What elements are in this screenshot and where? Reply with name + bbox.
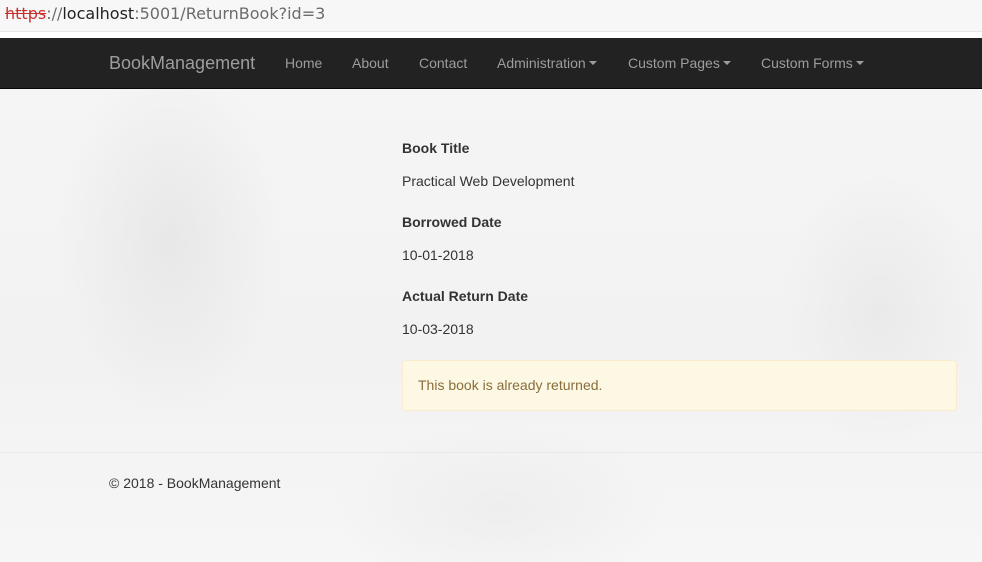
footer-copyright: © 2018 - BookManagement xyxy=(109,475,281,491)
alert-message: This book is already returned. xyxy=(418,377,603,393)
borrowed-date-value: 10-01-2018 xyxy=(402,247,474,263)
return-date-value: 10-03-2018 xyxy=(402,321,474,337)
top-navbar: BookManagement Home About Contact Admini… xyxy=(0,38,982,89)
nav-home-link[interactable]: Home xyxy=(285,38,322,88)
return-date-label: Actual Return Date xyxy=(402,288,529,304)
warning-alert: This book is already returned. xyxy=(402,360,957,411)
nav-about-link[interactable]: About xyxy=(352,38,389,88)
navbar-brand-link[interactable]: BookManagement xyxy=(109,38,255,88)
nav-contact-link[interactable]: Contact xyxy=(419,38,467,88)
url-scheme-insecure: https xyxy=(5,4,47,23)
book-title-label: Book Title xyxy=(402,140,470,156)
borrowed-date-label: Borrowed Date xyxy=(402,214,502,230)
caret-down-icon xyxy=(588,61,597,66)
page-body: Book Title Practical Web Development Bor… xyxy=(0,89,982,562)
nav-custom-forms-label: Custom Forms xyxy=(761,55,853,71)
nav-administration-label: Administration xyxy=(497,55,586,71)
footer-divider xyxy=(0,452,982,453)
book-title-value: Practical Web Development xyxy=(402,173,575,189)
url-path: :5001/ReturnBook?id=3 xyxy=(134,4,326,23)
url-separator: :// xyxy=(46,4,63,23)
url-host: localhost xyxy=(62,4,135,23)
nav-custom-pages-dropdown[interactable]: Custom Pages xyxy=(628,38,731,88)
address-bar[interactable]: https://localhost:5001/ReturnBook?id=3 xyxy=(0,0,982,32)
nav-administration-dropdown[interactable]: Administration xyxy=(497,38,597,88)
nav-custom-pages-label: Custom Pages xyxy=(628,55,720,71)
caret-down-icon xyxy=(855,61,864,66)
caret-down-icon xyxy=(722,61,731,66)
nav-custom-forms-dropdown[interactable]: Custom Forms xyxy=(761,38,864,88)
